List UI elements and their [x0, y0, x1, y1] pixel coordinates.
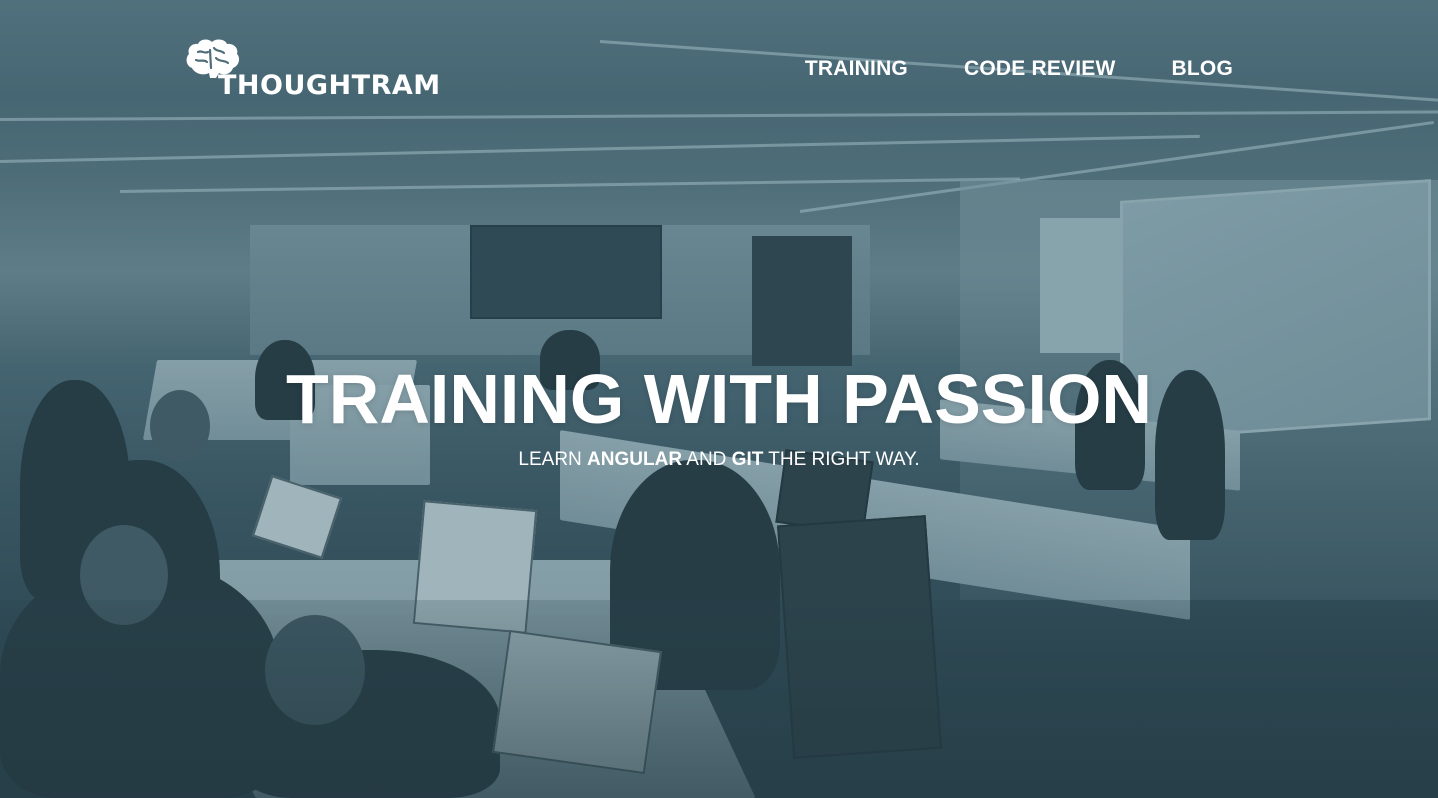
- subline-emphasis-git: GIT: [731, 449, 764, 470]
- nav-item-blog[interactable]: BLOG: [1172, 58, 1233, 79]
- hero-headline: TRAINING WITH PASSION: [286, 360, 1152, 438]
- subline-text: LEARN: [518, 449, 588, 470]
- main-nav: TRAINING CODE REVIEW BLOG: [805, 58, 1233, 79]
- hero-subline: LEARN ANGULAR AND GIT THE RIGHT WAY.: [0, 450, 1438, 469]
- logo-wordmark: THOUGHTRAM: [218, 70, 441, 101]
- subline-text: THE RIGHT WAY.: [763, 449, 920, 470]
- nav-item-code-review[interactable]: CODE REVIEW: [964, 58, 1116, 79]
- subline-emphasis-angular: ANGULAR: [587, 449, 683, 470]
- nav-item-training[interactable]: TRAINING: [805, 58, 908, 79]
- subline-text: AND: [682, 449, 732, 470]
- hero-section: THOUGHTRAM TRAINING CODE REVIEW BLOG TRA…: [0, 0, 1438, 798]
